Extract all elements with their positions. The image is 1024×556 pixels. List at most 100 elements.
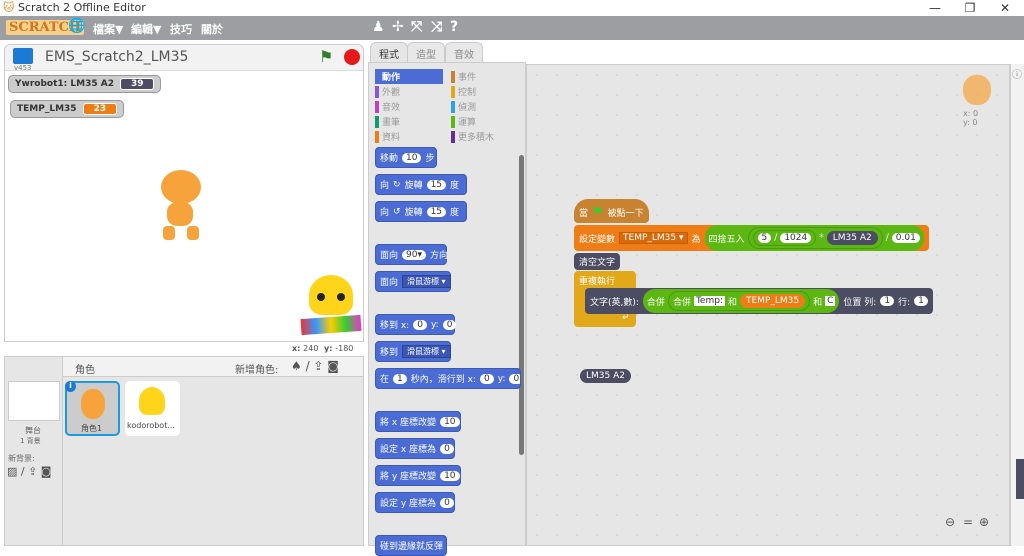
sprite-x: x: 0: [963, 109, 979, 118]
category-5[interactable]: 偵測: [451, 99, 521, 114]
globe-icon[interactable]: 🌐: [68, 18, 85, 34]
minimize-button[interactable]: —: [920, 0, 950, 16]
palette-blocks: 移動 10 步 向 ↻ 旋轉 15 度 向 ↺ 旋轉 15 度 面向 90▾ 方向 面向 滑鼠游標 ▾ 移…: [375, 147, 521, 556]
monitor-value: 23: [82, 103, 118, 115]
help-icon[interactable]: ?: [450, 19, 458, 35]
sprite-item-1[interactable]: i 角色1: [65, 381, 120, 436]
block-set-variable[interactable]: 設定變數 TEMP_LM35 ▾ 為 四捨五入 5/1024 * LM35 A2/0…: [574, 225, 929, 251]
new-backdrop-label: 新背景:: [8, 454, 35, 463]
category-4[interactable]: 音效: [375, 99, 445, 114]
help-icon[interactable]: ⓘ: [1012, 66, 1022, 81]
category-3[interactable]: 控制: [451, 84, 521, 99]
category-color-swatch: [375, 130, 379, 143]
stage-panel: v453 EMS_Scratch2_LM35 ⚑ Ywrobot1: LM35 …: [4, 44, 364, 342]
script-area[interactable]: x: 0 y: 0 當 ⚑ 被點一下 設定變數 TEMP_LM35 ▾ 為 四捨五入…: [526, 64, 1010, 546]
sprite-name: kodorobot...: [127, 421, 175, 430]
category-7[interactable]: 運算: [451, 114, 521, 129]
stage-thumbnail[interactable]: [8, 381, 60, 421]
shrink-icon[interactable]: ⤨: [431, 19, 442, 35]
backdrop-tools-icons[interactable]: ▨ / ⇪ ◙: [7, 465, 51, 478]
category-color-swatch: [375, 70, 379, 83]
block-point-towards[interactable]: 面向 滑鼠游標 ▾: [375, 271, 451, 292]
sprite-header: 角色 新增角色: ♠ / ⇪ ◙: [63, 357, 363, 377]
category-color-swatch: [451, 100, 455, 113]
category-6[interactable]: 畫筆: [375, 114, 445, 129]
monitor-value: 39: [119, 78, 155, 90]
category-color-swatch: [451, 115, 455, 128]
category-color-swatch: [451, 70, 455, 83]
category-color-swatch: [375, 100, 379, 113]
block-set-x[interactable]: 設定 x 座標為 0: [375, 438, 455, 459]
block-turn-right[interactable]: 向 ↻ 旋轉 15 度: [375, 174, 467, 195]
category-1[interactable]: 事件: [451, 69, 521, 84]
loop-arrow-icon: ↵: [622, 313, 630, 323]
sprite-panel: 舞台 1 背景 新背景: ▨ / ⇪ ◙ 角色 新增角色: ♠ / ⇪ ◙ i …: [4, 356, 364, 546]
close-button[interactable]: ✕: [990, 0, 1020, 16]
menu-edit[interactable]: 編輯▼: [131, 21, 161, 37]
category-8[interactable]: 資料: [375, 129, 445, 144]
category-color-swatch: [451, 130, 455, 143]
new-sprite-label: 新增角色:: [235, 365, 279, 376]
cat-thumbnail: [81, 389, 105, 419]
duplicate-icon[interactable]: ♟: [372, 19, 385, 35]
menu-file[interactable]: 檔案▼: [93, 21, 123, 37]
block-point-direction[interactable]: 面向 90▾ 方向: [375, 244, 448, 265]
grow-icon[interactable]: ⤧: [411, 19, 422, 35]
block-when-flag-clicked[interactable]: 當 ⚑ 被點一下: [574, 199, 649, 223]
stop-icon[interactable]: [344, 49, 360, 65]
monitor-label: TEMP_LM35: [17, 104, 77, 114]
zoom-out-icon[interactable]: ⊖: [945, 515, 955, 529]
join-operator: 合併 合併 Temp: 和 TEMP_LM35 和 C: [642, 289, 840, 313]
zoom-in-icon[interactable]: ⊕: [979, 515, 989, 529]
zoom-reset-icon[interactable]: =: [963, 515, 973, 529]
category-0[interactable]: 動作: [375, 69, 443, 84]
green-flag-icon: ⚑: [592, 205, 604, 220]
new-sprite-tools-icons[interactable]: ♠ / ⇪ ◙: [291, 359, 339, 373]
loose-sensor-reporter[interactable]: LM35 A2: [580, 369, 631, 383]
side-scrollbar[interactable]: [1016, 459, 1024, 499]
presentation-mode-icon[interactable]: [13, 48, 33, 64]
menu-about[interactable]: 關於: [201, 21, 223, 37]
round-operator[interactable]: 四捨五入 5/1024 * LM35 A2/0.01: [704, 225, 924, 251]
menu-bar: SCRATCH 🌐 檔案▼ 編輯▼ 技巧 關於 ♟ ✢ ⤧ ⤨ ?: [0, 16, 1024, 40]
window-title: Scratch 2 Offline Editor: [18, 1, 146, 14]
menu-tips[interactable]: 技巧: [170, 21, 192, 37]
sprite-y: y: 0: [963, 118, 978, 127]
block-clear-text[interactable]: 清空文字: [574, 253, 621, 270]
block-change-y[interactable]: 將 y 座標改變 10: [375, 465, 461, 486]
stage-header: v453 EMS_Scratch2_LM35 ⚑: [5, 45, 363, 72]
monitor-temp[interactable]: TEMP_LM35 23: [10, 100, 125, 118]
block-goto-xy[interactable]: 移到 x: 0 y: 0: [375, 314, 457, 335]
project-title[interactable]: EMS_Scratch2_LM35: [45, 49, 188, 65]
variable-dropdown[interactable]: TEMP_LM35 ▾: [619, 232, 688, 244]
cut-icon[interactable]: ✢: [392, 19, 404, 35]
category-color-swatch: [375, 115, 379, 128]
cat-sprite[interactable]: [153, 170, 213, 242]
stage-thumb-column: 舞台 1 背景 新背景: ▨ / ⇪ ◙: [5, 357, 63, 545]
green-flag-icon[interactable]: ⚑: [319, 47, 333, 66]
maximize-button[interactable]: ❐: [955, 0, 985, 16]
tab-costumes[interactable]: 造型: [407, 42, 445, 63]
block-set-y[interactable]: 設定 y 座標為 0: [375, 492, 455, 513]
monitor-lm35[interactable]: Ywrobot1: LM35 A2 39: [8, 75, 162, 93]
sprite-item-2[interactable]: kodorobot...: [125, 381, 180, 436]
tab-sounds[interactable]: 音效: [445, 42, 483, 63]
block-print-text[interactable]: 文字(英,數): 合併 合併 Temp: 和 TEMP_LM35 和 C 位置 列: 1 行:…: [585, 288, 933, 314]
category-color-swatch: [451, 85, 455, 98]
block-move[interactable]: 移動 10 步: [375, 147, 437, 168]
monitor-label: Ywrobot1: LM35 A2: [15, 79, 114, 89]
category-9[interactable]: 更多積木: [451, 129, 521, 144]
category-2[interactable]: 外觀: [375, 84, 445, 99]
block-glide[interactable]: 在 1 秒內，滑行到 x: 0 y: 0: [375, 368, 521, 389]
sensor-reporter: LM35 A2: [826, 231, 878, 245]
current-sprite-icon: [963, 75, 991, 105]
kodorobot-sprite[interactable]: [300, 275, 362, 341]
stage-label: 舞台: [25, 426, 41, 435]
tab-scripts[interactable]: 程式: [370, 42, 408, 63]
block-change-x[interactable]: 將 x 座標改變 10: [375, 411, 461, 432]
version-label: v453: [14, 64, 32, 72]
block-goto[interactable]: 移到 滑鼠游標 ▾: [375, 341, 451, 362]
block-turn-left[interactable]: 向 ↺ 旋轉 15 度: [375, 201, 467, 222]
block-palette: 動作 事件 外觀 控制 音效 偵測 畫筆 運算 資料 更多積木 移動 10 步 向 ↻ 旋轉 15 度 向 ↺ 旋…: [368, 62, 526, 556]
info-icon[interactable]: i: [65, 381, 76, 392]
